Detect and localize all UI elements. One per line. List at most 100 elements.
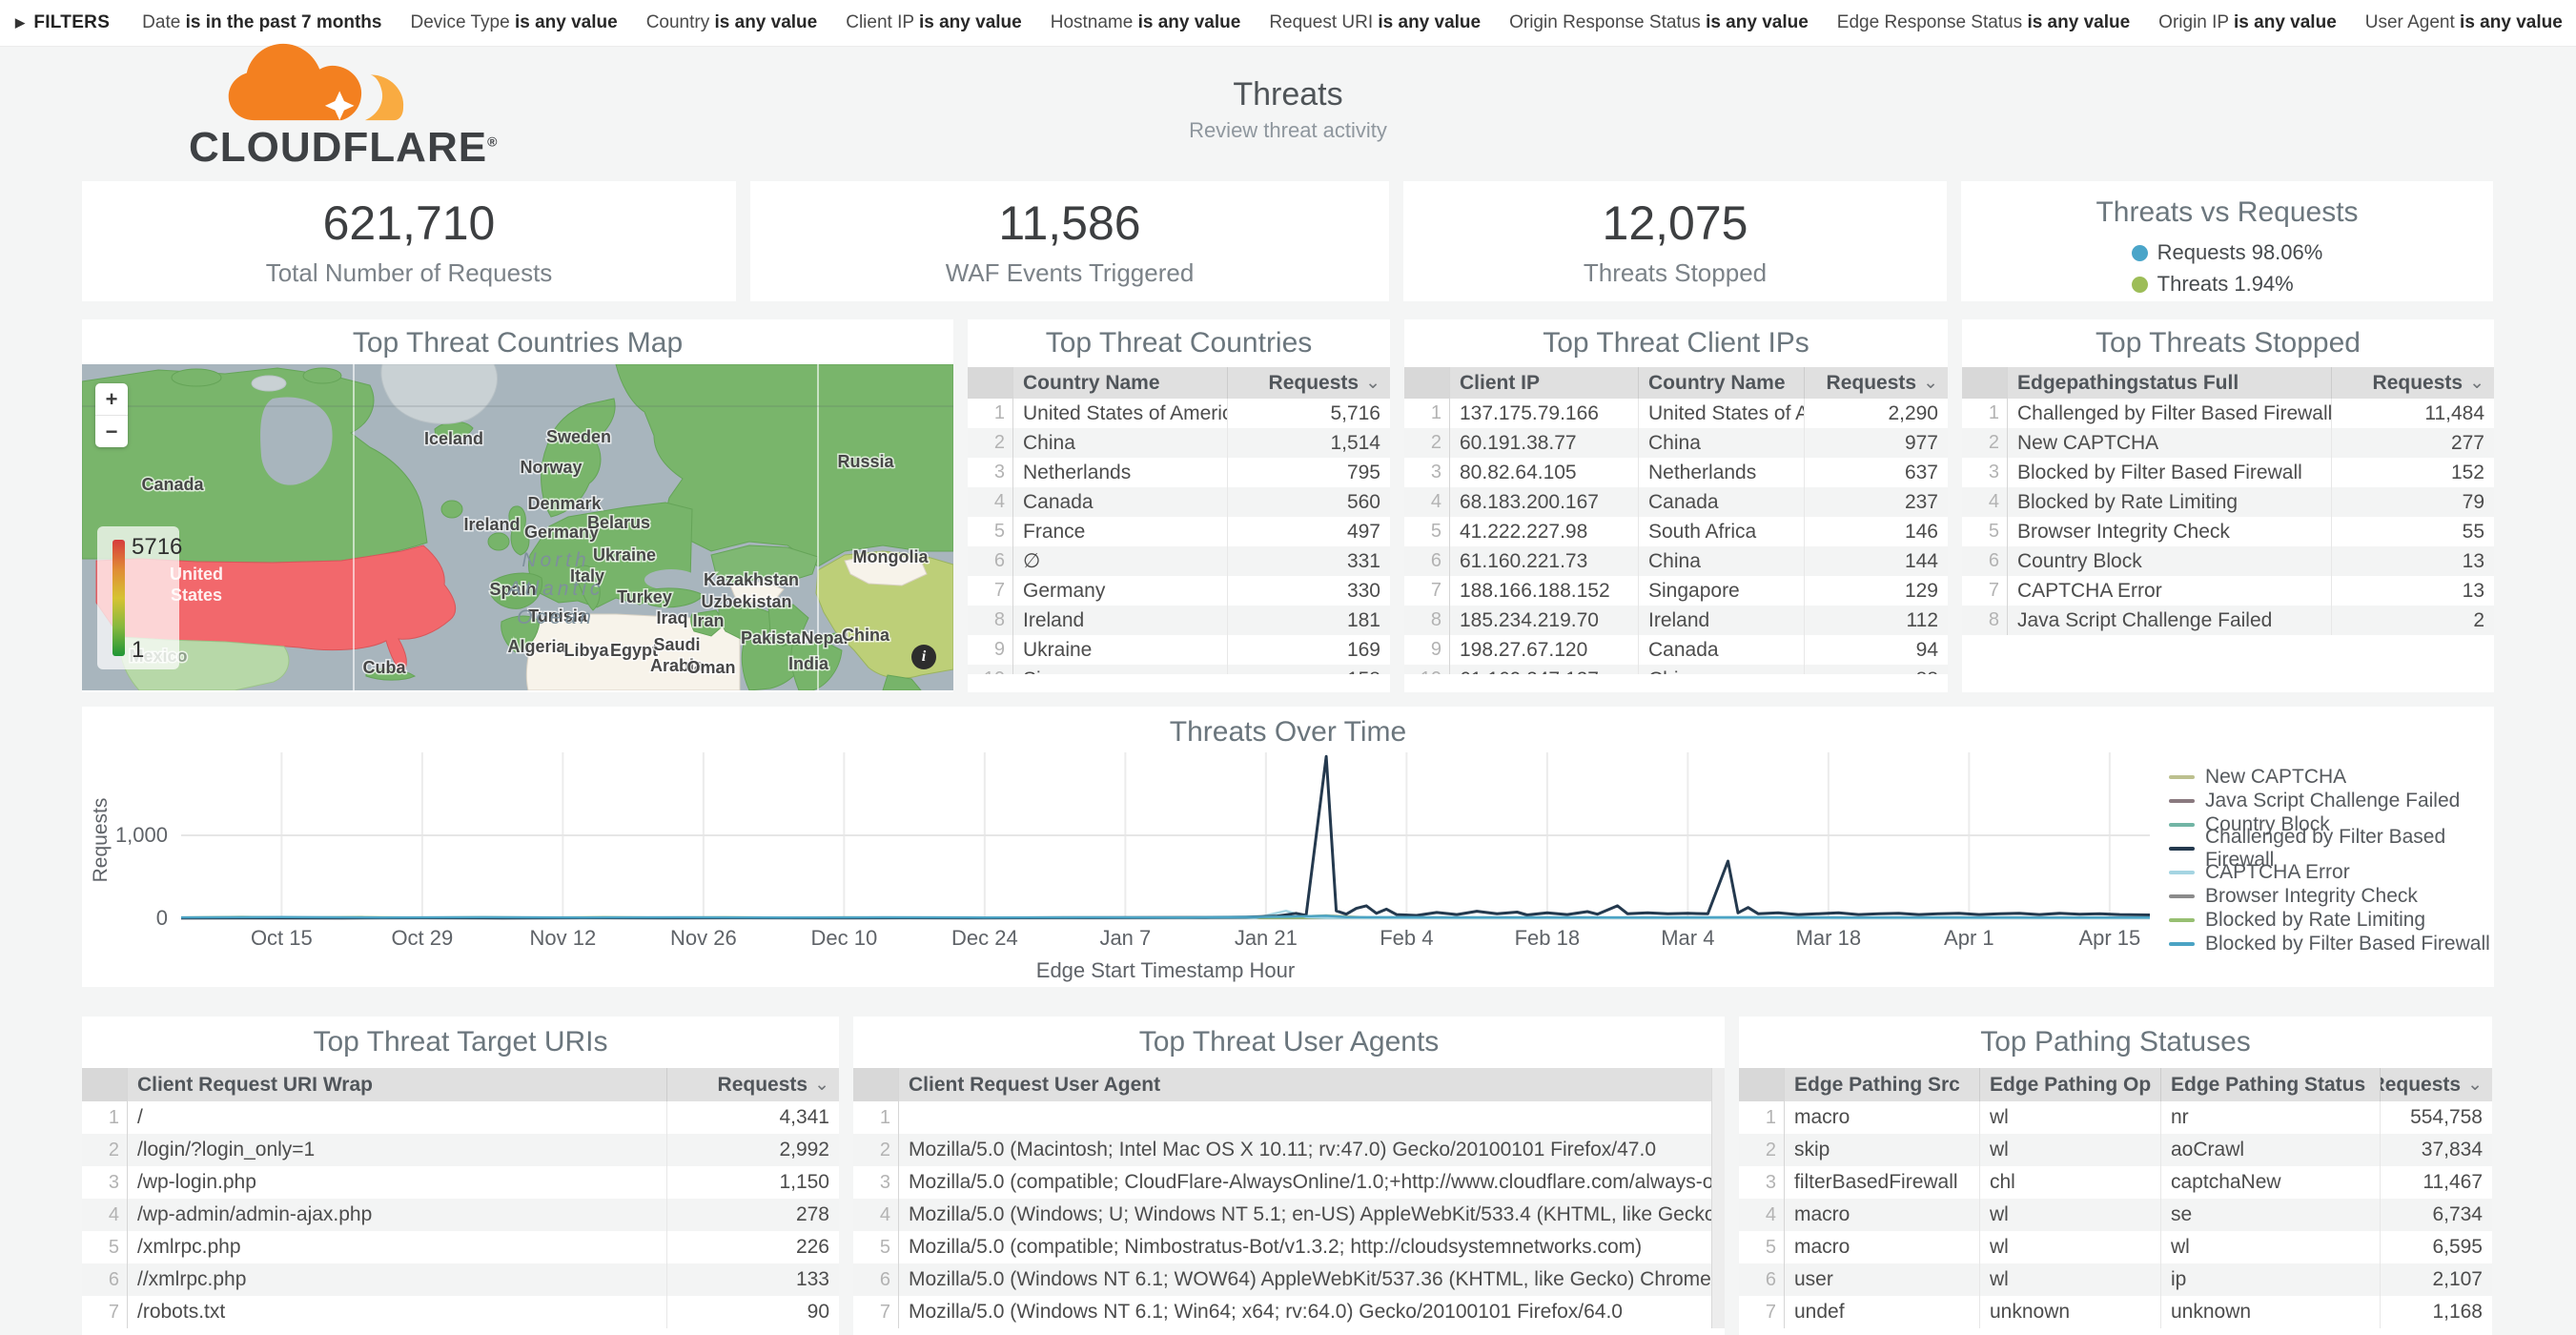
- legend-dot-icon: [2132, 245, 2148, 261]
- legend-label: Java Script Challenge Failed: [2205, 790, 2460, 812]
- row-number: 8: [968, 606, 1013, 635]
- x-tick-label: Jan 21: [1235, 926, 1298, 950]
- filter-item-user-agent[interactable]: User Agent is any value: [2365, 12, 2563, 33]
- top-threats-stopped-panel: Top Threats Stopped Edgepathingstatus Fu…: [1962, 319, 2494, 692]
- column-header-requests[interactable]: Requests⌄: [2381, 1068, 2492, 1101]
- cell-client-request-uri-wrap: //xmlrpc.php: [128, 1263, 667, 1296]
- column-header-client-ip: Client IP: [1450, 367, 1639, 399]
- row-number: 6: [853, 1263, 899, 1296]
- cell-client-request-uri-wrap: /login/?login_only=1: [128, 1134, 667, 1166]
- stat-threats-stopped: 12,075 Threats Stopped: [1403, 181, 1947, 301]
- cell-client-request-uri-wrap: /xmlrpc.php: [128, 1231, 667, 1263]
- table-row: 1United States of America5,716: [968, 399, 1390, 428]
- table-row: 3Blocked by Filter Based Firewall152: [1962, 458, 2494, 487]
- cell-requests: 37,834: [2381, 1134, 2492, 1166]
- chart-legend-item-challenged-by-filter-based-firewall[interactable]: Challenged by Filter Based Firewall: [2169, 839, 2494, 858]
- column-header-requests[interactable]: Requests⌄: [2332, 367, 2494, 399]
- cell-client-request-user-agent: Mozilla/5.0 (Macintosh; Intel Mac OS X 1…: [899, 1134, 1711, 1166]
- page-title: Threats: [0, 76, 2576, 113]
- row-number: 6: [82, 1263, 128, 1296]
- table-row: 5/xmlrpc.php226: [82, 1231, 839, 1263]
- filter-item-country[interactable]: Country is any value: [646, 12, 818, 33]
- cell-edge-pathing-src: undef: [1785, 1296, 1980, 1328]
- cell-requests: 144: [1805, 546, 1948, 576]
- chart-legend-item-new-captcha[interactable]: New CAPTCHA: [2169, 768, 2494, 787]
- user-agents-scrollbar[interactable]: [1711, 1068, 1725, 1328]
- top-threat-countries-panel: Top Threat Countries Country NameRequest…: [968, 319, 1390, 692]
- column-header-requests[interactable]: Requests⌄: [1805, 367, 1948, 399]
- row-number: 7: [1404, 576, 1450, 606]
- legend-line-icon: [2169, 823, 2195, 827]
- filter-item-date[interactable]: Date is in the past 7 months: [142, 12, 381, 33]
- filter-op: is any value: [2460, 12, 2563, 32]
- table-row: 2Mozilla/5.0 (Macintosh; Intel Mac OS X …: [853, 1134, 1711, 1166]
- chart-legend-item-blocked-by-rate-limiting[interactable]: Blocked by Rate Limiting: [2169, 911, 2494, 930]
- filter-item-edge-response-status[interactable]: Edge Response Status is any value: [1837, 12, 2130, 33]
- panels-row: Top Threat Countries Map: [82, 319, 2494, 692]
- world-map[interactable]: CanadaUnitedStatesMexicoCubaIcelandIrela…: [82, 364, 953, 690]
- cell-edge-pathing-op: wl: [1980, 1263, 2161, 1296]
- cell-requests: 112: [1805, 606, 1948, 635]
- cell-client-ip: 61.160.221.73: [1450, 546, 1639, 576]
- filter-item-origin-ip[interactable]: Origin IP is any value: [2158, 12, 2337, 33]
- table-row: 6userwlip2,107: [1739, 1263, 2492, 1296]
- chart-legend-item-captcha-error[interactable]: CAPTCHA Error: [2169, 863, 2494, 882]
- filter-item-client-ip[interactable]: Client IP is any value: [846, 12, 1021, 33]
- cell-country-name: Netherlands: [1639, 458, 1805, 487]
- filter-item-hostname[interactable]: Hostname is any value: [1051, 12, 1241, 33]
- cell-requests: 11,467: [2381, 1166, 2492, 1199]
- threats-over-time-chart[interactable]: Oct 15Oct 29Nov 12Nov 26Dec 10Dec 24Jan …: [82, 707, 2494, 987]
- map-info-button[interactable]: i: [911, 645, 936, 669]
- table-header-row: Edge Pathing SrcEdge Pathing OpEdge Path…: [1739, 1068, 2492, 1101]
- row-number: 4: [968, 487, 1013, 517]
- panel-title: Top Pathing Statuses: [1739, 1017, 2492, 1068]
- column-header-requests[interactable]: Requests⌄: [667, 1068, 839, 1101]
- table-row: 8Ireland181: [968, 606, 1390, 635]
- row-number-header: [1739, 1068, 1785, 1101]
- filters-toggle[interactable]: ▶ FILTERS: [15, 12, 110, 33]
- filter-item-origin-response-status[interactable]: Origin Response Status is any value: [1509, 12, 1809, 33]
- map-label-libya: Libya: [563, 641, 609, 660]
- table-row: 4Canada560: [968, 487, 1390, 517]
- row-number: 3: [968, 458, 1013, 487]
- table-row: 5Mozilla/5.0 (compatible; Nimbostratus-B…: [853, 1231, 1711, 1263]
- row-number: 4: [82, 1199, 128, 1231]
- filter-field: Device Type: [410, 12, 514, 32]
- panel-title: Top Threat User Agents: [853, 1017, 1725, 1068]
- legend-label: Browser Integrity Check: [2205, 885, 2418, 908]
- x-axis-title: Edge Start Timestamp Hour: [1036, 958, 1295, 982]
- filter-item-request-uri[interactable]: Request URI is any value: [1269, 12, 1481, 33]
- cell-requests: 2,107: [2381, 1263, 2492, 1296]
- cell-edge-pathing-src: macro: [1785, 1231, 1980, 1263]
- map-label-sweden: Sweden: [546, 427, 611, 446]
- chart-legend-item-java-script-challenge-failed[interactable]: Java Script Challenge Failed: [2169, 791, 2494, 811]
- cell-edge-pathing-op: wl: [1980, 1231, 2161, 1263]
- row-number: 4: [1739, 1199, 1785, 1231]
- legend-label: Threats 1.94%: [2157, 272, 2294, 297]
- cell-client-request-user-agent: Mozilla/5.0 (compatible; Nimbostratus-Bo…: [899, 1231, 1711, 1263]
- cell-edge-pathing-status: se: [2161, 1199, 2381, 1231]
- filter-op: is any value: [715, 12, 818, 32]
- column-header-requests[interactable]: Requests⌄: [1228, 367, 1390, 399]
- cell-requests: 1,150: [667, 1166, 839, 1199]
- map-zoom-in-button[interactable]: +: [95, 383, 128, 416]
- map-zoom-out-button[interactable]: −: [95, 416, 128, 447]
- cell-country-name: Netherlands: [1013, 458, 1228, 487]
- page-subtitle: Review threat activity: [0, 118, 2576, 143]
- legend-line-icon: [2169, 871, 2195, 874]
- table-row: 6Mozilla/5.0 (Windows NT 6.1; WOW64) App…: [853, 1263, 1711, 1296]
- row-number-header: [853, 1068, 899, 1101]
- cell-client-ip: 188.166.188.152: [1450, 576, 1639, 606]
- cell-client-request-uri-wrap: /robots.txt: [128, 1296, 667, 1328]
- legend-line-icon: [2169, 775, 2195, 779]
- cell-edgepathingstatus-full: Country Block: [2008, 546, 2332, 576]
- chart-legend-item-browser-integrity-check[interactable]: Browser Integrity Check: [2169, 887, 2494, 906]
- filter-item-device-type[interactable]: Device Type is any value: [410, 12, 617, 33]
- cell-requests: 278: [667, 1199, 839, 1231]
- cell-requests: 560: [1228, 487, 1390, 517]
- chart-legend-item-blocked-by-filter-based-firewall[interactable]: Blocked by Filter Based Firewall: [2169, 934, 2494, 954]
- filter-op: is any value: [2027, 12, 2130, 32]
- map-title: Top Threat Countries Map: [82, 319, 953, 367]
- row-number: 7: [1739, 1296, 1785, 1328]
- sort-desc-icon: ⌄: [1923, 372, 1938, 394]
